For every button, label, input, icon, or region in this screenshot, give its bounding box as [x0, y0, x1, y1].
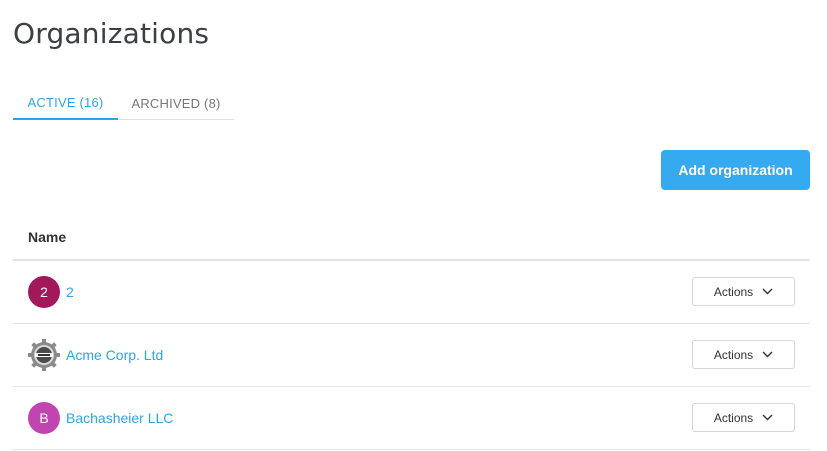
- page-title: Organizations: [13, 17, 210, 50]
- tab-archived[interactable]: ARCHIVED (8): [118, 86, 234, 120]
- add-organization-button[interactable]: Add organization: [661, 150, 810, 190]
- chevron-down-icon: [762, 414, 773, 421]
- actions-button[interactable]: Actions: [692, 340, 795, 369]
- organizations-table: Name 2 2 Actions Acme Corp. Ltd Actions …: [13, 214, 810, 450]
- chevron-down-icon: [762, 288, 773, 295]
- tabs-bar: ACTIVE (16) ARCHIVED (8): [13, 86, 234, 120]
- table-row: Acme Corp. Ltd Actions: [13, 324, 810, 387]
- table-row: 2 2 Actions: [13, 261, 810, 324]
- organization-link[interactable]: Acme Corp. Ltd: [66, 347, 163, 363]
- avatar: B: [28, 402, 60, 434]
- actions-label: Actions: [713, 410, 754, 425]
- chevron-down-icon: [762, 351, 773, 358]
- table-row: B Bachasheier LLC Actions: [13, 387, 810, 450]
- tab-active[interactable]: ACTIVE (16): [13, 86, 118, 120]
- table-header: Name: [13, 214, 810, 261]
- organization-logo-icon: [28, 339, 60, 371]
- organization-link[interactable]: 2: [66, 284, 74, 300]
- actions-label: Actions: [713, 347, 754, 362]
- avatar-initial: B: [39, 410, 49, 426]
- avatar-initial: 2: [40, 284, 48, 300]
- actions-button[interactable]: Actions: [692, 277, 795, 306]
- actions-button[interactable]: Actions: [692, 403, 795, 432]
- organization-link[interactable]: Bachasheier LLC: [66, 410, 173, 426]
- column-header-name: Name: [28, 228, 67, 245]
- actions-label: Actions: [713, 284, 754, 299]
- avatar: 2: [28, 276, 60, 308]
